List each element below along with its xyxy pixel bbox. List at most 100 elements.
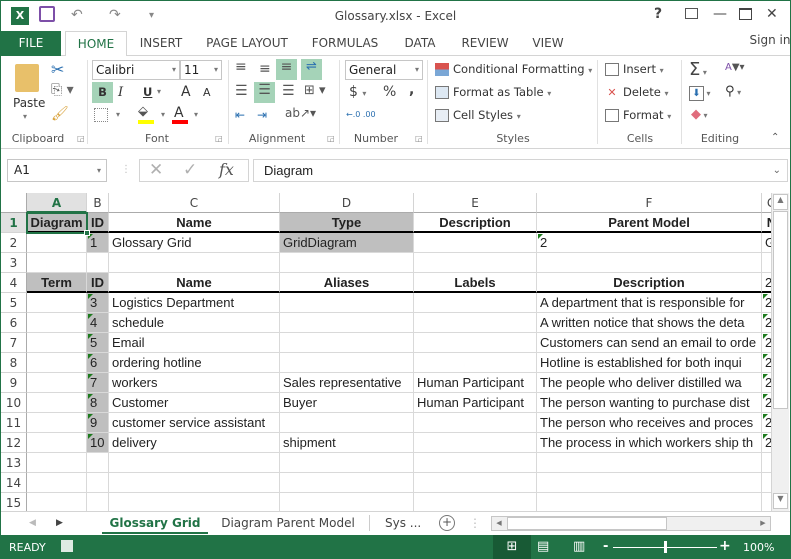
row-header-2[interactable]: 2 <box>1 233 27 253</box>
row-header-5[interactable]: 5 <box>1 293 27 313</box>
decrease-indent-icon[interactable]: ⇤ <box>235 108 245 122</box>
increase-indent-icon[interactable]: ⇥ <box>257 108 267 122</box>
decrease-font-size-button[interactable]: A <box>203 86 211 99</box>
active-cell-selection[interactable] <box>26 212 88 234</box>
cell-d11[interactable] <box>280 413 414 433</box>
cell-a3[interactable] <box>27 253 87 273</box>
cell-a5[interactable] <box>27 293 87 313</box>
select-all-corner[interactable] <box>1 193 27 213</box>
cell-d12[interactable]: shipment <box>280 433 414 453</box>
cell-d4[interactable]: Aliases <box>280 273 414 293</box>
cell-f3[interactable] <box>537 253 762 273</box>
cell-d1[interactable]: Type <box>280 213 414 233</box>
column-header-e[interactable]: E <box>414 193 537 213</box>
cell-c6[interactable]: schedule <box>109 313 280 333</box>
cell-a11[interactable] <box>27 413 87 433</box>
align-right-icon[interactable]: ☰ <box>282 83 295 99</box>
alignment-launcher-icon[interactable]: ◲ <box>327 134 335 143</box>
borders-icon[interactable] <box>94 108 108 122</box>
cell-e9[interactable]: Human Participant <box>414 373 537 393</box>
cell-b15[interactable] <box>87 493 109 511</box>
cancel-formula-icon[interactable]: ✕ <box>149 160 163 180</box>
increase-decimal-button[interactable]: ←.0 .00 <box>346 110 376 119</box>
cell-a2[interactable] <box>27 233 87 253</box>
cell-d6[interactable] <box>280 313 414 333</box>
cell-d15[interactable] <box>280 493 414 511</box>
cell-d14[interactable] <box>280 473 414 493</box>
cell-a13[interactable] <box>27 453 87 473</box>
cell-c9[interactable]: workers <box>109 373 280 393</box>
row-header-8[interactable]: 8 <box>1 353 27 373</box>
number-launcher-icon[interactable]: ◲ <box>415 134 423 143</box>
cell-c10[interactable]: Customer <box>109 393 280 413</box>
currency-button[interactable]: $ ▾ <box>349 84 366 100</box>
cut-icon[interactable]: ✂ <box>51 60 64 79</box>
row-header-11[interactable]: 11 <box>1 413 27 433</box>
delete-cells-button[interactable]: ✕ Delete ▾ <box>605 85 668 99</box>
sheet-tab-more[interactable]: Sys ... <box>385 512 421 534</box>
tab-home[interactable]: HOME <box>65 31 127 57</box>
name-box[interactable]: A1 ▾ <box>7 159 107 182</box>
spreadsheet-grid[interactable]: ABCDEFG 123456789101112131415 DiagramIDN… <box>1 193 771 511</box>
number-format-select[interactable]: General ▾ <box>345 60 423 80</box>
cell-b14[interactable] <box>87 473 109 493</box>
cell-d7[interactable] <box>280 333 414 353</box>
font-name-select[interactable]: Calibri ▾ <box>92 60 180 80</box>
sign-in-link[interactable]: Sign in <box>749 28 791 53</box>
sheet-scroll-right[interactable]: ▶ <box>56 512 63 534</box>
horizontal-scrollbar[interactable]: ◀ ▶ <box>491 516 771 531</box>
save-icon[interactable] <box>39 6 55 22</box>
sheet-scroll-left[interactable]: ◀ <box>29 512 36 534</box>
tab-review[interactable]: REVIEW <box>457 31 513 56</box>
zoom-level[interactable]: 100% <box>743 541 774 554</box>
cell-e15[interactable] <box>414 493 537 511</box>
cell-f15[interactable] <box>537 493 762 511</box>
normal-view-button[interactable]: ⊞ <box>493 535 531 559</box>
cell-a6[interactable] <box>27 313 87 333</box>
align-middle-icon[interactable]: ≡ <box>259 61 271 77</box>
row-header-14[interactable]: 14 <box>1 473 27 493</box>
sheet-tab-glossary-grid[interactable]: Glossary Grid <box>102 512 208 534</box>
cell-c5[interactable]: Logistics Department <box>109 293 280 313</box>
row-header-1[interactable]: 1 <box>1 213 27 233</box>
new-sheet-button[interactable]: + <box>439 515 455 531</box>
font-launcher-icon[interactable]: ◲ <box>215 134 223 143</box>
cell-f8[interactable]: Hotline is established for both inqui <box>537 353 762 373</box>
cell-f5[interactable]: A department that is responsible for <box>537 293 762 313</box>
align-left-icon[interactable]: ☰ <box>235 83 248 99</box>
cell-e11[interactable] <box>414 413 537 433</box>
vertical-scroll-thumb[interactable] <box>773 211 788 409</box>
clipboard-launcher-icon[interactable]: ◲ <box>77 134 85 143</box>
cell-c11[interactable]: customer service assistant <box>109 413 280 433</box>
comma-button[interactable]: , <box>409 82 414 98</box>
cell-g2[interactable]: G <box>762 233 771 253</box>
cell-c2[interactable]: Glossary Grid <box>109 233 280 253</box>
zoom-out-button[interactable]: - <box>603 539 608 554</box>
cell-f10[interactable]: The person wanting to purchase dist <box>537 393 762 413</box>
cell-g15[interactable] <box>762 493 771 511</box>
cell-e4[interactable]: Labels <box>414 273 537 293</box>
cell-a4[interactable]: Term <box>27 273 87 293</box>
cell-d10[interactable]: Buyer <box>280 393 414 413</box>
cell-e13[interactable] <box>414 453 537 473</box>
scroll-down-button[interactable]: ▼ <box>773 493 788 509</box>
cell-f9[interactable]: The people who deliver distilled wa <box>537 373 762 393</box>
row-header-9[interactable]: 9 <box>1 373 27 393</box>
sort-filter-button[interactable]: A▼▾ <box>725 62 745 73</box>
cell-f6[interactable]: A written notice that shows the deta <box>537 313 762 333</box>
cell-d13[interactable] <box>280 453 414 473</box>
fill-color-dropdown-icon[interactable]: ▾ <box>161 110 165 119</box>
format-cells-button[interactable]: Format ▾ <box>605 108 671 122</box>
vertical-scrollbar[interactable]: ▲ ▼ <box>771 193 789 511</box>
row-header-6[interactable]: 6 <box>1 313 27 333</box>
fill-button[interactable]: ⬇ ▾ <box>689 85 711 101</box>
cell-a12[interactable] <box>27 433 87 453</box>
wrap-text-icon[interactable]: ⇌ <box>301 59 322 80</box>
cell-e12[interactable] <box>414 433 537 453</box>
cell-c13[interactable] <box>109 453 280 473</box>
tab-file[interactable]: FILE <box>1 31 61 56</box>
percent-button[interactable]: % <box>383 84 396 100</box>
paste-button[interactable]: Paste <box>13 96 45 110</box>
cell-b1[interactable]: ID <box>87 213 109 233</box>
help-button[interactable]: ? <box>654 6 662 22</box>
